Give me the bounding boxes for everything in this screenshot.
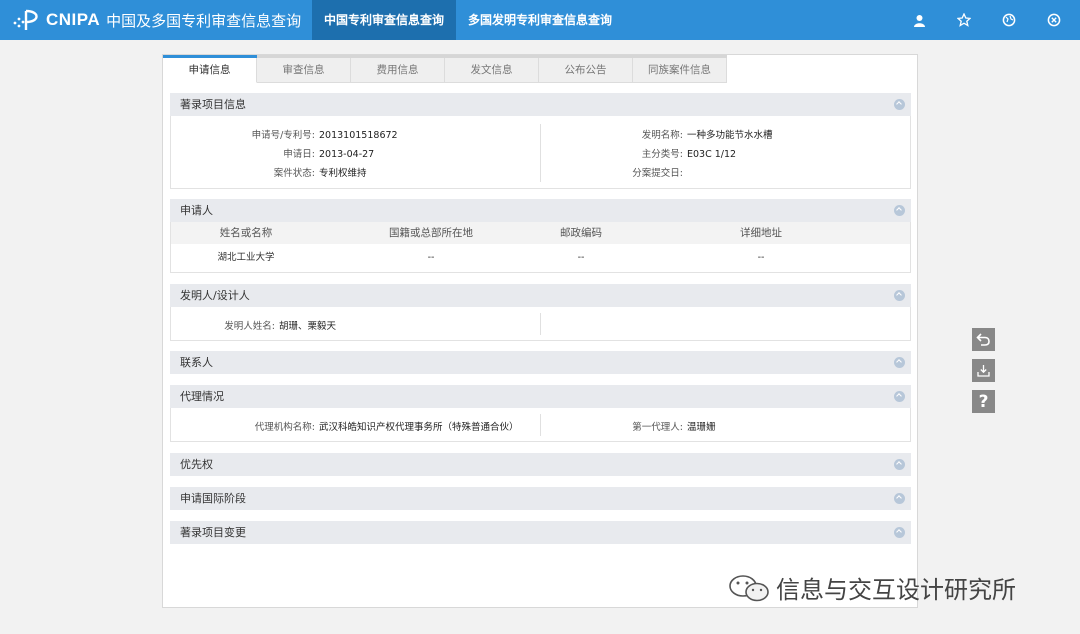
watermark-text: 信息与交互设计研究所 <box>776 576 1016 604</box>
top-tab-multinational[interactable]: 多国发明专利审查信息查询 <box>456 0 624 40</box>
top-icons <box>882 0 1062 40</box>
section-title: 发明人/设计人 <box>180 289 250 302</box>
logo-subtitle: 中国及多国专利审查信息查询 <box>106 11 302 30</box>
collapse-icon[interactable] <box>894 527 905 538</box>
collapse-icon[interactable] <box>894 205 905 216</box>
tab-documents-info[interactable]: 发文信息 <box>445 58 539 83</box>
field-first-agent: 第一代理人: 温珊姗 <box>632 422 716 433</box>
section-bibliographic-body: 申请号/专利号: 2013101518672 申请日: 2013-04-27 案件状… <box>170 116 911 189</box>
logo[interactable]: CNIPA 中国及多国专利审查信息查询 <box>12 0 301 40</box>
divider <box>540 414 541 436</box>
section-applicant-body: 姓名或名称 国籍或总部所在地 邮政编码 详细地址 湖北工业大学 -- -- -- <box>170 222 911 273</box>
field-case-status: 案件状态: 专利权维持 <box>273 168 367 179</box>
info-tabs: 申请信息 审查信息 费用信息 发文信息 公布公告 同族案件信息 <box>163 55 727 83</box>
field-application-number: 申请号/专利号: 2013101518672 <box>251 130 398 141</box>
section-title: 申请国际阶段 <box>180 492 246 505</box>
divider <box>540 124 541 182</box>
field-application-date: 申请日: 2013-04-27 <box>283 149 375 160</box>
applicant-nationality: -- <box>427 252 435 263</box>
section-title: 优先权 <box>180 458 213 471</box>
close-circle-icon[interactable] <box>1046 12 1062 28</box>
cnipa-logo-icon <box>13 9 38 30</box>
globe-icon[interactable] <box>1001 12 1017 28</box>
applicant-address: -- <box>757 252 765 263</box>
column-header: 详细地址 <box>740 227 782 239</box>
section-title: 申请人 <box>180 204 213 217</box>
wechat-icon <box>729 574 769 601</box>
back-button[interactable] <box>972 328 995 351</box>
collapse-icon[interactable] <box>894 357 905 368</box>
collapse-icon[interactable] <box>894 290 905 301</box>
undo-icon <box>976 333 990 346</box>
tab-publication[interactable]: 公布公告 <box>539 58 633 83</box>
watermark: 信息与交互设计研究所 <box>728 570 1016 605</box>
field-main-classification: 主分类号: E03C 1/12 <box>641 149 737 160</box>
section-bibliographic-header[interactable]: 著录项目信息 <box>170 93 911 116</box>
user-icon[interactable] <box>911 12 927 28</box>
section-title: 著录项目信息 <box>180 98 246 111</box>
help-button[interactable]: ? <box>972 390 995 413</box>
download-button[interactable] <box>972 359 995 382</box>
section-priority-header[interactable]: 优先权 <box>170 453 911 476</box>
section-applicant-header[interactable]: 申请人 <box>170 199 911 222</box>
section-title: 代理情况 <box>180 390 224 403</box>
field-invention-name: 发明名称: 一种多功能节水水槽 <box>641 130 773 141</box>
top-bar: CNIPA 中国及多国专利审查信息查询 中国专利审查信息查询 多国发明专利审查信… <box>0 0 1080 40</box>
field-divisional-date: 分案提交日: <box>632 168 683 179</box>
section-title: 联系人 <box>180 356 213 369</box>
column-header: 姓名或名称 <box>219 227 273 239</box>
divider <box>540 313 541 335</box>
download-icon <box>977 365 990 377</box>
applicant-postcode: -- <box>577 252 585 263</box>
field-agency-name: 代理机构名称: 武汉科皓知识产权代理事务所（特殊普通合伙） <box>254 422 519 433</box>
section-agency-body: 代理机构名称: 武汉科皓知识产权代理事务所（特殊普通合伙） 第一代理人: 温珊姗 <box>170 408 911 442</box>
collapse-icon[interactable] <box>894 391 905 402</box>
logo-text: CNIPA <box>46 10 101 29</box>
top-nav: 中国专利审查信息查询 多国发明专利审查信息查询 <box>312 0 624 40</box>
section-inventor-header[interactable]: 发明人/设计人 <box>170 284 911 307</box>
tab-fee-info[interactable]: 费用信息 <box>351 58 445 83</box>
section-changes-header[interactable]: 著录项目变更 <box>170 521 911 544</box>
applicant-table-header: 姓名或名称 国籍或总部所在地 邮政编码 详细地址 <box>171 222 910 244</box>
top-tab-china[interactable]: 中国专利审查信息查询 <box>312 0 457 40</box>
column-header: 国籍或总部所在地 <box>389 227 473 239</box>
active-tab-indicator <box>163 55 257 58</box>
section-inventor-body: 发明人姓名: 胡珊、栗毅天 <box>170 307 911 341</box>
section-international-header[interactable]: 申请国际阶段 <box>170 487 911 510</box>
tab-examination-info[interactable]: 审查信息 <box>257 58 351 83</box>
section-agency-header[interactable]: 代理情况 <box>170 385 911 408</box>
star-icon[interactable] <box>956 12 972 28</box>
tab-application-info[interactable]: 申请信息 <box>163 58 257 83</box>
tab-family-info[interactable]: 同族案件信息 <box>633 58 727 83</box>
collapse-icon[interactable] <box>894 99 905 110</box>
collapse-icon[interactable] <box>894 493 905 504</box>
applicant-name: 湖北工业大学 <box>217 252 275 263</box>
section-contact-header[interactable]: 联系人 <box>170 351 911 374</box>
question-icon: ? <box>978 391 989 412</box>
collapse-icon[interactable] <box>894 459 905 470</box>
section-title: 著录项目变更 <box>180 526 246 539</box>
table-row: 湖北工业大学 -- -- -- <box>171 244 910 272</box>
column-header: 邮政编码 <box>560 227 602 239</box>
field-inventor-names: 发明人姓名: 胡珊、栗毅天 <box>224 321 337 332</box>
main-panel: 申请信息 审查信息 费用信息 发文信息 公布公告 同族案件信息 著录项目信息 申… <box>162 54 918 608</box>
